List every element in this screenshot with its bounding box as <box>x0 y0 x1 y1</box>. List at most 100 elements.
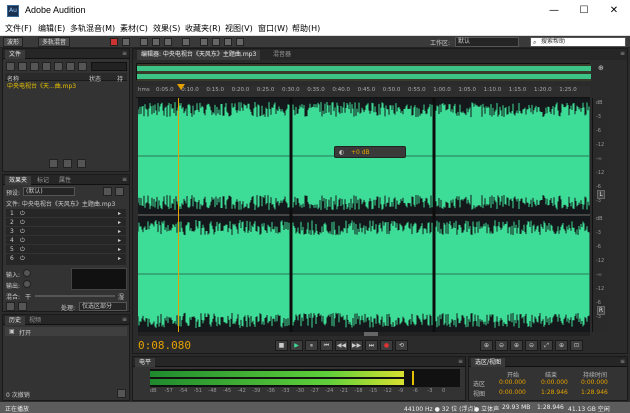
minimize-button[interactable]: — <box>540 3 568 19</box>
effect-slot[interactable]: 3 ⏻ ▸ <box>6 227 126 236</box>
zoom-out-time-icon[interactable]: ⊖ <box>525 340 538 351</box>
waveform-view-button[interactable]: 波形 <box>3 37 24 47</box>
preset-select[interactable]: (默认) <box>23 187 75 196</box>
spectral-pitch-icon[interactable] <box>122 38 130 46</box>
selection-start[interactable]: 0:00.000 <box>499 379 526 386</box>
search-file-icon[interactable] <box>78 62 87 71</box>
effect-slot[interactable]: 5 ⏻ ▸ <box>6 245 126 254</box>
tab-files[interactable]: 文件 <box>5 50 26 59</box>
brush-tool-icon[interactable] <box>224 38 232 46</box>
waveform-display[interactable]: ◐ +0 dB <box>138 98 590 332</box>
move-to-start-button[interactable]: ⏮ <box>320 340 333 351</box>
effect-slot[interactable]: 4 ⏻ ▸ <box>6 236 126 245</box>
close-button[interactable]: ✕ <box>600 3 628 19</box>
time-selection-tool-icon[interactable] <box>182 38 190 46</box>
tab-editor[interactable]: 编辑器: 中央电视台《天风东》主题曲.mp3 <box>137 50 261 60</box>
menu-clip[interactable]: 素材(C) <box>120 23 148 34</box>
view-end[interactable]: 1:28.946 <box>541 389 568 396</box>
delete-history-icon[interactable] <box>117 389 126 398</box>
channel-left-button[interactable]: L <box>597 190 605 199</box>
file-item[interactable]: 中央电视台《天...曲.mp3 <box>7 83 127 91</box>
tab-selection-view[interactable]: 选区/视图 <box>471 358 506 367</box>
menu-edit[interactable]: 编辑(E) <box>38 23 65 34</box>
tab-properties[interactable]: 属性 <box>55 176 75 185</box>
hud-gain-control[interactable]: ◐ +0 dB <box>334 146 406 158</box>
menu-favorites[interactable]: 收藏夹(R) <box>185 23 221 34</box>
files-search-input[interactable] <box>91 62 127 71</box>
effect-slot[interactable]: 6 ⏻ ▸ <box>6 254 126 263</box>
power-icon[interactable]: ⏻ <box>20 246 25 254</box>
pause-button[interactable]: ⏸ <box>305 340 318 351</box>
play-preview-icon[interactable] <box>49 159 58 168</box>
menu-help[interactable]: 帮助(H) <box>292 23 320 34</box>
lasso-tool-icon[interactable] <box>212 38 220 46</box>
slot-arrow-icon[interactable]: ▸ <box>118 255 121 262</box>
power-icon[interactable]: ⏻ <box>20 228 25 236</box>
fast-forward-button[interactable]: ▶▶ <box>350 340 363 351</box>
panel-menu-icon[interactable]: ≡ <box>122 176 127 183</box>
loop-preview-icon[interactable] <box>63 159 72 168</box>
tab-levels[interactable]: 电平 <box>135 358 156 367</box>
spectral-display-icon[interactable] <box>110 38 118 46</box>
slot-arrow-icon[interactable]: ▸ <box>118 246 121 253</box>
marquee-tool-icon[interactable] <box>200 38 208 46</box>
slot-arrow-icon[interactable]: ▸ <box>118 237 121 244</box>
history-item[interactable]: ▣ 打开 <box>5 327 127 337</box>
healing-tool-icon[interactable] <box>236 38 244 46</box>
panel-menu-icon[interactable]: ≡ <box>122 316 127 323</box>
zoom-in-playhead-icon[interactable]: ⊕ <box>555 340 568 351</box>
output-knob[interactable] <box>23 280 31 288</box>
rack-apply-icon[interactable] <box>18 302 27 311</box>
col-name[interactable]: 名称 <box>7 74 19 83</box>
view-duration[interactable]: 1:28.946 <box>581 389 608 396</box>
new-file-icon[interactable] <box>30 62 39 71</box>
panel-menu-icon[interactable]: ≡ <box>458 358 463 365</box>
loop-button[interactable]: ⟲ <box>395 340 408 351</box>
tab-mixer[interactable]: 混音器 <box>269 50 295 59</box>
record-button[interactable]: ● <box>380 340 393 351</box>
process-select[interactable]: 仅选区部分 <box>79 302 127 311</box>
tab-history[interactable]: 历史 <box>5 316 26 325</box>
channel-right-button[interactable]: R <box>597 306 605 315</box>
horizontal-scrollbar[interactable] <box>138 332 590 336</box>
rewind-button[interactable]: ◀◀ <box>335 340 348 351</box>
col-status[interactable]: 状态 <box>89 74 101 83</box>
maximize-button[interactable]: ☐ <box>570 3 598 19</box>
power-icon[interactable]: ⏻ <box>20 210 25 218</box>
zoom-out-amplitude-icon[interactable]: ⊖ <box>495 340 508 351</box>
multitrack-view-button[interactable]: 多轨混音 <box>38 37 71 47</box>
insert-icon[interactable] <box>42 62 51 71</box>
move-to-end-button[interactable]: ⏭ <box>365 340 378 351</box>
playhead-marker[interactable] <box>177 84 185 90</box>
view-start[interactable]: 0:00.000 <box>499 389 526 396</box>
power-icon[interactable]: ⏻ <box>20 255 25 263</box>
slip-tool-icon[interactable] <box>164 38 172 46</box>
zoom-in-time-icon[interactable]: ⊕ <box>510 340 523 351</box>
import-file-icon[interactable] <box>18 62 27 71</box>
tab-markers[interactable]: 标记 <box>33 176 53 185</box>
menu-file[interactable]: 文件(F) <box>5 23 32 34</box>
delete-file-icon[interactable] <box>66 62 75 71</box>
rack-power-icon[interactable] <box>6 302 15 311</box>
panel-menu-icon[interactable]: ≡ <box>122 50 127 57</box>
power-icon[interactable]: ⏻ <box>20 219 25 227</box>
move-tool-icon[interactable] <box>140 38 148 46</box>
delete-preset-icon[interactable] <box>115 187 124 196</box>
slot-arrow-icon[interactable]: ▸ <box>118 210 121 217</box>
zoom-full-icon[interactable]: ⤢ <box>540 340 553 351</box>
panel-menu-icon[interactable]: ≡ <box>620 50 625 57</box>
zoom-selection-icon[interactable]: ⊡ <box>570 340 583 351</box>
power-icon[interactable]: ⏻ <box>20 237 25 245</box>
autoplay-icon[interactable] <box>77 159 86 168</box>
zoom-icon[interactable]: ⊕ <box>598 64 608 74</box>
search-help-input[interactable]: ⌕ 搜索帮助 <box>530 37 626 47</box>
col-duration[interactable]: 持 <box>117 74 123 83</box>
tab-video[interactable]: 视频 <box>25 316 45 325</box>
tab-effects-rack[interactable]: 效果夹 <box>5 176 32 185</box>
slot-arrow-icon[interactable]: ▸ <box>118 228 121 235</box>
effect-slot[interactable]: 1 ⏻ ▸ <box>6 209 126 218</box>
input-knob[interactable] <box>23 269 31 277</box>
menu-view[interactable]: 视图(V) <box>225 23 253 34</box>
overview-waveform[interactable] <box>136 63 591 81</box>
selection-end[interactable]: 0:00.000 <box>541 379 568 386</box>
